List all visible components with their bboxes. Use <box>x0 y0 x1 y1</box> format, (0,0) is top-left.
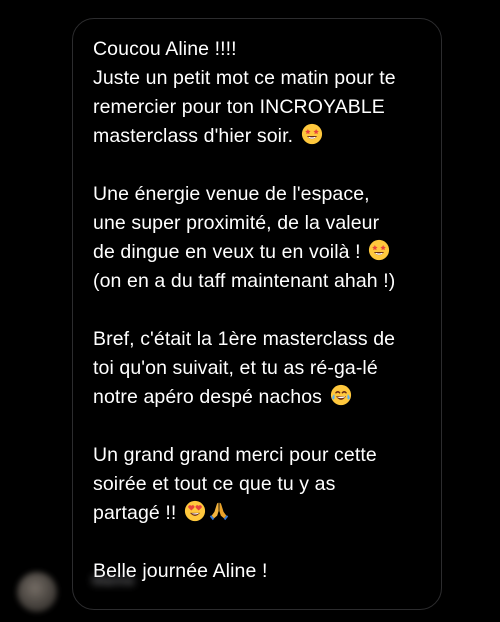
message-line: Une énergie venue de l'espace, <box>93 183 370 205</box>
message-line: partagé !! <box>93 499 429 528</box>
message-line: notre apéro despé nachos <box>93 383 429 412</box>
message-line: Belle journée Aline ! <box>93 560 268 582</box>
message-line: Bref, c'était la 1ère masterclass de <box>93 328 396 350</box>
message-line: une super proximité, de la valeur <box>93 212 380 234</box>
message-line: Coucou Aline !!!! <box>93 38 237 60</box>
sender-avatar[interactable] <box>17 572 57 612</box>
star-struck-emoji-icon <box>301 123 323 145</box>
message-line: Juste un petit mot ce matin pour te <box>93 67 396 89</box>
message-bubble[interactable]: Coucou Aline !!!! Juste un petit mot ce … <box>72 18 442 610</box>
message-paragraph: Un grand grand merci pour cette soirée e… <box>93 441 429 528</box>
message-line: de dingue en veux tu en voilà ! <box>93 238 429 267</box>
message-line: remercier pour ton INCROYABLE <box>93 96 385 118</box>
message-paragraph: Belle journée Aline ! <box>93 557 429 586</box>
message-paragraph: Coucou Aline !!!! Juste un petit mot ce … <box>93 35 429 151</box>
message-line: Un grand grand merci pour cette <box>93 444 377 466</box>
folded-hands-emoji-icon <box>208 500 230 522</box>
message-line: masterclass d'hier soir. <box>93 122 429 151</box>
message-line: soirée et tout ce que tu y as <box>93 473 336 495</box>
star-struck-emoji-icon <box>368 239 390 261</box>
tears-of-joy-emoji-icon <box>330 384 352 406</box>
message-line: (on en a du taff maintenant ahah !) <box>93 270 396 292</box>
message-paragraph: Bref, c'était la 1ère masterclass de toi… <box>93 325 429 412</box>
message-line: toi qu'on suivait, et tu as ré-ga-lé <box>93 357 378 379</box>
sender-name: Marine <box>92 572 135 588</box>
heart-eyes-emoji-icon <box>184 500 206 522</box>
chat-screen: Coucou Aline !!!! Juste un petit mot ce … <box>0 0 500 622</box>
message-paragraph: Une énergie venue de l'espace, une super… <box>93 180 429 296</box>
